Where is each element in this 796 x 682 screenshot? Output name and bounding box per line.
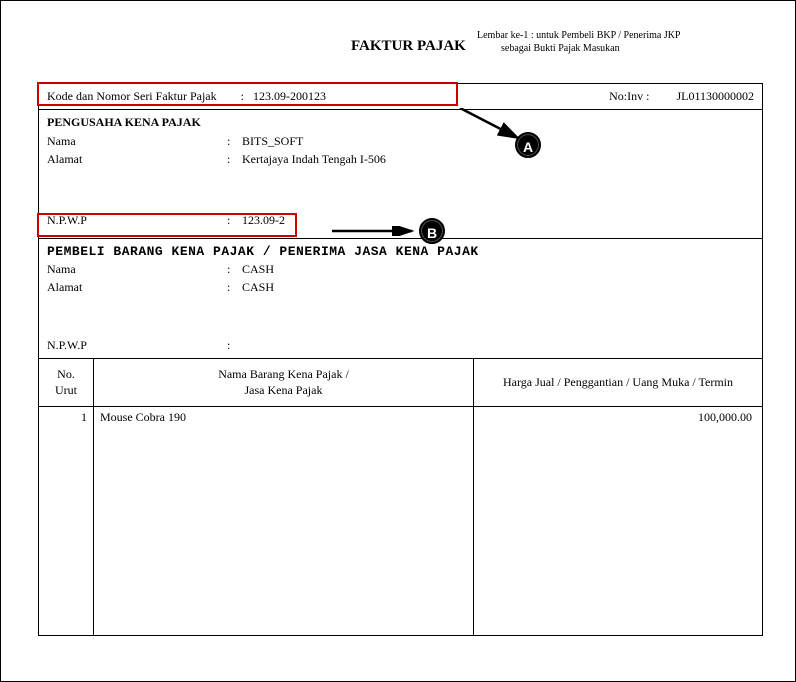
- kode-label: Kode dan Nomor Seri Faktur Pajak: [47, 89, 217, 103]
- kode-section: Kode dan Nomor Seri Faktur Pajak : 123.0…: [39, 84, 762, 110]
- pembeli-alamat-value: CASH: [242, 280, 754, 295]
- pembeli-npwp-label: N.P.W.P: [47, 338, 227, 353]
- invoice-container: Kode dan Nomor Seri Faktur Pajak : 123.0…: [38, 83, 763, 636]
- item-table-body: 1 Mouse Cobra 190 100,000.00: [39, 407, 762, 635]
- annotation-marker-a: A: [515, 132, 541, 158]
- pembeli-nama-label: Nama: [47, 262, 227, 277]
- pembeli-alamat-label: Alamat: [47, 280, 227, 295]
- kode-value: 123.09-200123: [253, 89, 326, 103]
- pkp-nama-label: Nama: [47, 134, 227, 149]
- pkp-npwp-label: N.P.W.P: [47, 213, 227, 228]
- pembeli-header: PEMBELI BARANG KENA PAJAK / PENERIMA JAS…: [47, 244, 754, 259]
- item-table-header: No. Urut Nama Barang Kena Pajak / Jasa K…: [39, 359, 762, 407]
- noinv-value: JL01130000002: [676, 89, 754, 103]
- copy-line1: Lembar ke-1 : untuk Pembeli BKP / Peneri…: [477, 29, 681, 42]
- pkp-nama-value: BITS_SOFT: [242, 134, 754, 149]
- pkp-alamat-label: Alamat: [47, 152, 227, 167]
- pembeli-section: PEMBELI BARANG KENA PAJAK / PENERIMA JAS…: [39, 239, 762, 359]
- pkp-section: PENGUSAHA KENA PAJAK Nama : BITS_SOFT Al…: [39, 110, 762, 239]
- row-harga: 100,000.00: [474, 407, 762, 635]
- pkp-alamat-value: Kertajaya Indah Tengah I-506: [242, 152, 754, 167]
- col-harga-header: Harga Jual / Penggantian / Uang Muka / T…: [474, 359, 762, 406]
- pkp-header: PENGUSAHA KENA PAJAK: [47, 115, 754, 130]
- row-no: 1: [39, 407, 94, 635]
- document-title: FAKTUR PAJAK: [351, 38, 466, 55]
- copy-line2: sebagai Bukti Pajak Masukan: [477, 42, 681, 55]
- col-nama-header: Nama Barang Kena Pajak / Jasa Kena Pajak: [94, 359, 474, 406]
- kode-left: Kode dan Nomor Seri Faktur Pajak : 123.0…: [47, 89, 326, 104]
- row-nama: Mouse Cobra 190: [94, 407, 474, 635]
- pembeli-nama-value: CASH: [242, 262, 754, 277]
- annotation-marker-b: B: [419, 218, 445, 244]
- noinv: No:Inv : JL01130000002: [609, 89, 754, 104]
- pembeli-npwp-value: [242, 338, 754, 353]
- pkp-npwp-value: 123.09-2: [242, 213, 754, 228]
- col-urut-header: No. Urut: [39, 359, 94, 406]
- noinv-label: No:Inv :: [609, 89, 649, 103]
- copy-notice: Lembar ke-1 : untuk Pembeli BKP / Peneri…: [477, 29, 681, 55]
